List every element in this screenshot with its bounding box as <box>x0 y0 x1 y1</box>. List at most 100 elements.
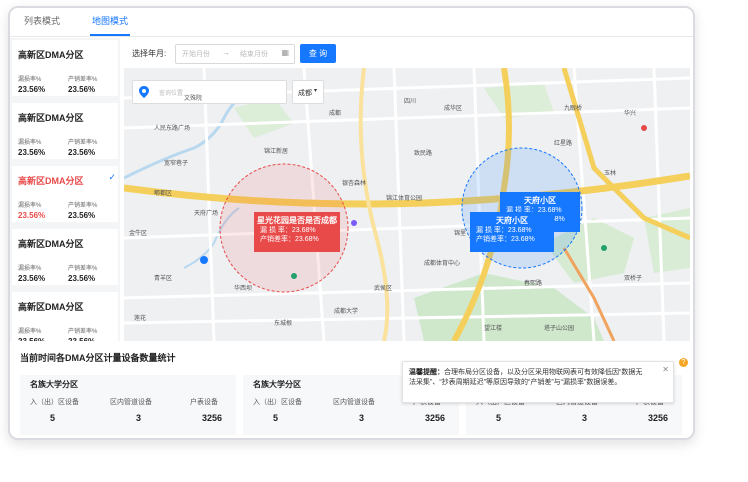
zone-title: 高新区DMA分区 <box>18 50 84 60</box>
map-label: 望江楼 <box>484 326 503 332</box>
popup-title: 天府小区 <box>496 216 528 225</box>
zone-title: 高新区DMA分区 <box>18 239 84 249</box>
popup-sales-diff: 产销差率：23.68% <box>260 236 319 243</box>
household-meter-count: 3256 <box>202 413 223 423</box>
tab-map-mode[interactable]: 地图模式 <box>92 14 128 27</box>
map-label: 锦江新居 <box>264 149 289 155</box>
year-month-label: 选择年月: <box>132 49 167 58</box>
query-button[interactable]: 查 询 <box>300 44 336 63</box>
zone-title: 高新区DMA分区 <box>18 113 84 123</box>
map-label: 银杏森林 <box>342 181 367 187</box>
sales-diff-value: 23.56% <box>68 274 96 283</box>
mode-tabs: 列表模式 地图模式 <box>10 8 693 37</box>
map-canvas[interactable] <box>124 68 690 341</box>
close-icon[interactable]: ✕ <box>662 365 669 374</box>
zone-card[interactable]: 高新区DMA分区 漏损率% 产销差率% 23.56% 23.56% <box>12 292 118 348</box>
leak-rate-value: 23.56% <box>18 211 46 220</box>
map-label: 成都 <box>329 111 342 117</box>
calendar-icon: ▦ <box>281 48 289 57</box>
map-label: 人民东路广场 <box>154 126 191 132</box>
map-search-box[interactable]: 查询位置 <box>132 80 287 104</box>
leak-rate-value: 23.56% <box>18 85 46 94</box>
zone-title: 高新区DMA分区 <box>18 302 84 312</box>
pipe-device-label: 区内管道设备 <box>333 399 375 406</box>
reminder-tooltip: 温馨提醒：合理布局分区设备，以及分区采用物联网表可有效降低因“数据无法采集”、“… <box>402 361 674 403</box>
inout-device-count: 5 <box>50 413 56 423</box>
leak-rate-value: 23.56% <box>18 274 46 283</box>
map-label: 华西坝 <box>234 286 253 292</box>
map-label: 红星路 <box>554 141 573 147</box>
zone-popup-red[interactable]: 星光花园是否是否成都 漏 损 率：23.68% 产销差率：23.68% <box>254 212 340 252</box>
zone-popup-blue[interactable]: 天府小区 漏 损 率：23.68% 产销差率：23.68% <box>470 212 554 252</box>
leak-rate-label: 漏损率% <box>18 266 42 272</box>
map-search-input[interactable]: 查询位置 <box>159 88 183 97</box>
popup-leak-rate: 漏 损 率：23.68% <box>476 227 532 234</box>
pipe-device-count: 3 <box>359 413 365 423</box>
stats-heading: 当前时间各DMA分区计量设备数量统计 <box>20 353 176 363</box>
sales-diff-value: 23.56% <box>68 148 96 157</box>
pipe-device-count: 3 <box>582 413 588 423</box>
help-icon[interactable]: ? <box>679 358 688 367</box>
sales-diff-label: 产销差率% <box>68 203 98 209</box>
inout-device-count: 5 <box>496 413 502 423</box>
dma-zone-list: 高新区DMA分区 漏损率% 产销差率% 23.56% 23.56% 高新区DMA… <box>10 38 120 348</box>
city-select[interactable]: 成都 ▾ <box>292 80 324 104</box>
leak-rate-label: 漏损率% <box>18 77 42 83</box>
month-range-picker[interactable]: 开始月份 → 结束月份 ▦ <box>175 44 295 64</box>
map-label: 四川 <box>404 99 417 105</box>
start-month-input[interactable]: 开始月份 <box>182 49 210 59</box>
sales-diff-label: 产销差率% <box>68 266 98 272</box>
map-label: 青羊区 <box>154 276 173 282</box>
leak-rate-label: 漏损率% <box>18 329 42 335</box>
leak-rate-label: 漏损率% <box>18 203 42 209</box>
household-meter-label: 户表设备 <box>190 399 218 406</box>
map-label: 郫都区 <box>154 191 173 197</box>
reminder-title: 温馨提醒： <box>409 369 444 376</box>
zone-card-selected[interactable]: 高新区DMA分区 ✓ 漏损率% 产销差率% 23.56% 23.56% <box>12 166 118 222</box>
map-label: 塔子山公园 <box>544 326 575 332</box>
map-pin-icon <box>139 86 149 98</box>
zone-card[interactable]: 高新区DMA分区 漏损率% 产销差率% 23.56% 23.56% <box>12 40 118 96</box>
end-month-input[interactable]: 结束月份 <box>240 49 268 59</box>
filter-bar: 选择年月: 开始月份 → 结束月份 ▦ 查 询 <box>124 40 690 68</box>
zone-card[interactable]: 高新区DMA分区 漏损率% 产销差率% 23.56% 23.56% <box>12 103 118 159</box>
popup-title: 星光花园是否是否成都 <box>257 216 337 225</box>
stats-card: 名族大学分区 入（出）区设备 区内管道设备 户表设备 5 3 3256 <box>20 375 236 435</box>
inout-device-label: 入（出）区设备 <box>30 399 79 406</box>
map-label: 金牛区 <box>129 231 148 237</box>
popup-leak-rate: 漏 损 率：23.68% <box>260 227 316 234</box>
map-label: 成华区 <box>444 106 463 112</box>
app-window: 列表模式 地图模式 高新区DMA分区 漏损率% 产销差率% 23.56% 23.… <box>8 6 695 440</box>
map-label: 春熙路 <box>524 281 543 287</box>
map-label: 天府广场 <box>194 211 219 217</box>
map-label: 武侯区 <box>374 286 393 292</box>
pipe-device-count: 3 <box>136 413 142 423</box>
sales-diff-value: 23.56% <box>68 85 96 94</box>
map-label: 宽窄巷子 <box>164 161 189 167</box>
leak-rate-value: 23.56% <box>18 148 46 157</box>
map-view[interactable]: 查询位置 成都 ▾ 郫都区 锦江体育公园 锦江新居 人民东路广场 成都大学 银杏… <box>124 68 690 341</box>
sales-diff-label: 产销差率% <box>68 140 98 146</box>
reminder-body: 合理布局分区设备，以及分区采用物联网表可有效降低因“数据无法采集”、“抄表周期延… <box>409 369 643 386</box>
popup-title: 天府小区 <box>524 196 556 205</box>
reminder-text: 温馨提醒：合理布局分区设备，以及分区采用物联网表可有效降低因“数据无法采集”、“… <box>409 368 649 388</box>
zone-card[interactable]: 高新区DMA分区 漏损率% 产销差率% 23.56% 23.56% <box>12 229 118 285</box>
household-meter-count: 3256 <box>648 413 669 423</box>
active-tab-indicator <box>90 34 130 36</box>
pipe-device-label: 区内管道设备 <box>110 399 152 406</box>
map-label: 致民路 <box>414 151 433 157</box>
popup-sales-diff: 产销差率：23.68% <box>476 236 535 243</box>
inout-device-label: 入（出）区设备 <box>253 399 302 406</box>
leak-rate-label: 漏损率% <box>18 140 42 146</box>
arrow-right-icon: → <box>222 48 230 57</box>
map-label: 锦江体育公园 <box>386 196 423 202</box>
sales-diff-label: 产销差率% <box>68 329 98 335</box>
sales-diff-label: 产销差率% <box>68 77 98 83</box>
tab-list-mode[interactable]: 列表模式 <box>24 14 60 27</box>
map-label: 锦里 <box>454 231 467 237</box>
stats-card-name: 名族大学分区 <box>30 380 78 389</box>
map-label: 玉林 <box>604 171 617 177</box>
household-meter-count: 3256 <box>425 413 446 423</box>
map-label: 成都大学 <box>334 309 359 315</box>
city-select-value: 成都 <box>298 90 312 97</box>
